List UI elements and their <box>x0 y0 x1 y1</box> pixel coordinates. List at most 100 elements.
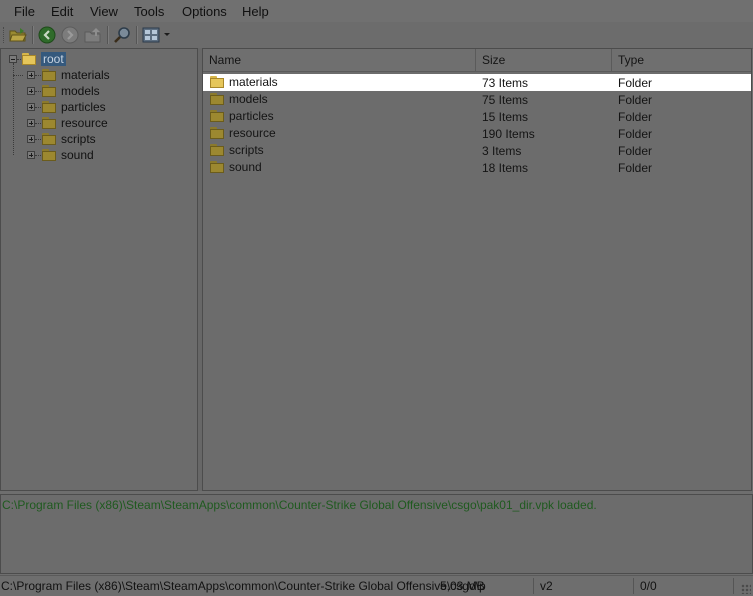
list-item-name: sound <box>229 160 262 174</box>
expand-icon[interactable] <box>27 103 35 111</box>
menu-bar: File Edit View Tools Options Help <box>0 0 753 22</box>
list-row[interactable]: sound 18 Items Folder <box>203 159 751 176</box>
status-separator <box>633 578 634 594</box>
view-mode-icon <box>142 27 170 43</box>
list-cell-type: Folder <box>618 144 653 158</box>
list-cell-type: Folder <box>618 93 653 107</box>
tree-node-label: models <box>61 84 100 98</box>
folder-icon <box>209 126 225 140</box>
column-header-name[interactable]: Name <box>203 49 476 71</box>
back-button[interactable] <box>37 25 57 45</box>
toolbar <box>0 22 753 49</box>
list-item-name: models <box>229 92 268 106</box>
list-cell-type: Folder <box>618 76 653 90</box>
up-icon <box>84 28 101 43</box>
menu-help[interactable]: Help <box>242 4 269 19</box>
log-message: C:\Program Files (x86)\Steam\SteamApps\c… <box>2 498 597 512</box>
menu-options[interactable]: Options <box>182 4 227 19</box>
up-button[interactable] <box>83 25 103 45</box>
find-button[interactable] <box>112 25 132 45</box>
tree-node-label: root <box>41 52 66 66</box>
menu-view[interactable]: View <box>90 4 118 19</box>
status-separator <box>733 578 734 594</box>
list-item-name: materials <box>229 75 278 89</box>
folder-icon <box>209 109 225 123</box>
menu-file[interactable]: File <box>14 4 35 19</box>
folder-icon <box>209 160 225 174</box>
tree-line <box>13 63 14 155</box>
list-cell-name: materials <box>209 75 278 89</box>
folder-icon <box>41 84 57 98</box>
folder-icon <box>209 75 225 89</box>
toolbar-separator <box>136 26 138 44</box>
list-cell-size: 75 Items <box>482 93 529 107</box>
list-row[interactable]: scripts 3 Items Folder <box>203 142 751 159</box>
tree-node-label: scripts <box>61 132 96 146</box>
collapse-icon[interactable] <box>9 55 17 63</box>
column-header-size[interactable]: Size <box>476 49 612 71</box>
list-cell-name: scripts <box>209 143 264 157</box>
list-item-name: resource <box>229 126 276 140</box>
status-path: C:\Program Files (x86)\Steam\SteamApps\c… <box>1 579 486 593</box>
folder-icon <box>209 92 225 106</box>
list-cell-name: resource <box>209 126 276 140</box>
list-row[interactable]: materials 73 Items Folder <box>203 74 751 91</box>
folder-icon <box>41 148 57 162</box>
folder-icon <box>41 68 57 82</box>
file-list[interactable]: Name Size Type materials 73 Items Folder… <box>202 48 752 491</box>
status-separator <box>533 578 534 594</box>
status-version: v2 <box>540 579 553 593</box>
list-row[interactable]: resource 190 Items Folder <box>203 125 751 142</box>
toolbar-grip[interactable] <box>3 27 7 43</box>
open-button[interactable] <box>8 25 28 45</box>
list-item-name: scripts <box>229 143 264 157</box>
expand-icon[interactable] <box>27 119 35 127</box>
tree-node-sound[interactable]: sound <box>27 147 94 163</box>
status-bar: C:\Program Files (x86)\Steam\SteamApps\c… <box>0 575 753 596</box>
tree-node-resource[interactable]: resource <box>27 115 108 131</box>
list-cell-size: 3 Items <box>482 144 522 158</box>
list-cell-name: models <box>209 92 268 106</box>
tree-node-label: sound <box>61 148 94 162</box>
log-console[interactable]: C:\Program Files (x86)\Steam\SteamApps\c… <box>0 494 753 574</box>
expand-icon[interactable] <box>27 87 35 95</box>
expand-icon[interactable] <box>27 135 35 143</box>
list-cell-name: particles <box>209 109 274 123</box>
folder-icon <box>41 116 57 130</box>
list-cell-size: 190 Items <box>482 127 535 141</box>
folder-tree[interactable]: root materials models particles resource… <box>0 48 198 491</box>
column-header-type[interactable]: Type <box>612 49 751 71</box>
tree-node-label: resource <box>61 116 108 130</box>
list-cell-size: 18 Items <box>482 161 529 175</box>
forward-button[interactable] <box>60 25 80 45</box>
tree-node-root[interactable]: root <box>9 51 66 67</box>
folder-icon <box>41 100 57 114</box>
list-row[interactable]: particles 15 Items Folder <box>203 108 751 125</box>
list-item-name: particles <box>229 109 274 123</box>
tree-node-scripts[interactable]: scripts <box>27 131 96 147</box>
forward-icon <box>61 26 79 44</box>
back-icon <box>38 26 56 44</box>
folder-icon <box>21 52 37 66</box>
toolbar-separator <box>107 26 109 44</box>
tree-node-label: particles <box>61 100 106 114</box>
expand-icon[interactable] <box>27 151 35 159</box>
list-cell-type: Folder <box>618 110 653 124</box>
list-row[interactable]: models 75 Items Folder <box>203 91 751 108</box>
find-icon <box>114 27 130 43</box>
status-count: 0/0 <box>640 579 657 593</box>
tree-node-particles[interactable]: particles <box>27 99 106 115</box>
resize-grip-icon[interactable] <box>741 584 751 594</box>
list-cell-size: 15 Items <box>482 110 529 124</box>
expand-icon[interactable] <box>27 71 35 79</box>
list-cell-size: 73 Items <box>482 76 529 90</box>
tree-node-models[interactable]: models <box>27 83 100 99</box>
status-size: 5,03 MB <box>440 579 485 593</box>
menu-tools[interactable]: Tools <box>134 4 164 19</box>
tree-node-materials[interactable]: materials <box>27 67 110 83</box>
tree-node-label: materials <box>61 68 110 82</box>
list-cell-type: Folder <box>618 161 653 175</box>
menu-edit[interactable]: Edit <box>51 4 73 19</box>
view-mode-button[interactable] <box>141 25 173 45</box>
list-header: Name Size Type <box>203 49 751 72</box>
